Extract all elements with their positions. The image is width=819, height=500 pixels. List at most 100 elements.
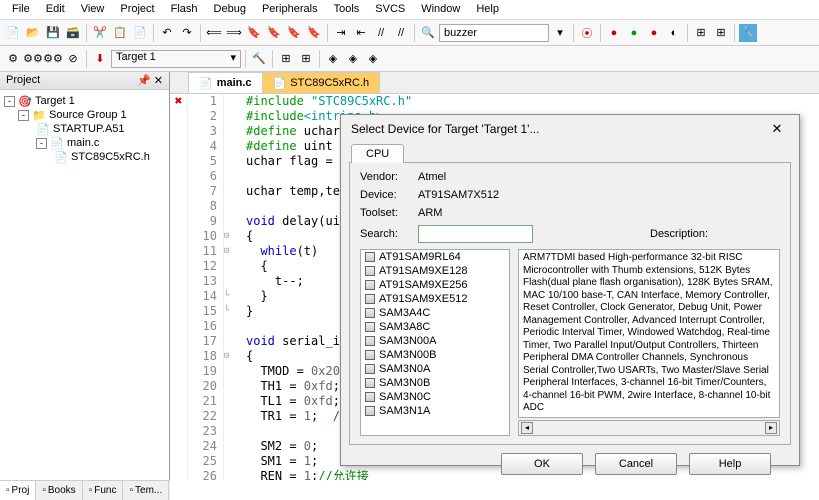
tree-expand-icon[interactable]: - xyxy=(4,96,15,107)
find-input[interactable] xyxy=(439,24,549,42)
debug-icon[interactable]: ⦿ xyxy=(578,24,596,42)
rebuild-icon[interactable]: ⚙⚙ xyxy=(24,50,42,68)
toolbar-main: 📄 📂 💾 🗃️ ✂️ 📋 📄 ↶ ↷ ⟸ ⟹ 🔖 🔖 🔖 🔖 ⇥ ⇤ // /… xyxy=(0,20,819,46)
outdent-icon[interactable]: ⇤ xyxy=(352,24,370,42)
find-folder-icon[interactable]: 🔍 xyxy=(419,24,437,42)
build-all-icon[interactable]: ⚙⚙ xyxy=(44,50,62,68)
menu-project[interactable]: Project xyxy=(112,2,162,17)
menu-view[interactable]: View xyxy=(73,2,113,17)
run-icon[interactable]: ● xyxy=(625,24,643,42)
open-file-icon[interactable]: 📂 xyxy=(24,24,42,42)
file-node[interactable]: main.c xyxy=(67,137,99,149)
device-item[interactable]: SAM3N0B xyxy=(361,376,509,390)
find-dropdown-icon[interactable]: ▾ xyxy=(551,24,569,42)
tab-cpu[interactable]: CPU xyxy=(351,144,404,163)
error-mark-icon[interactable]: ✖ xyxy=(175,94,183,109)
menu-help[interactable]: Help xyxy=(468,2,507,17)
redo-icon[interactable]: ↷ xyxy=(178,24,196,42)
step-icon[interactable]: ● xyxy=(645,24,663,42)
device-item[interactable]: AT91SAM9RL64 xyxy=(361,250,509,264)
file-tab[interactable]: 📄main.c xyxy=(188,72,263,93)
toolbar-build: ⚙ ⚙⚙ ⚙⚙ ⊘ ⬇ Target 1 ▾ 🔨 ⊞ ⊞ ◈ ◈ ◈ xyxy=(0,46,819,72)
bookmark-icon[interactable]: 🔖 xyxy=(245,24,263,42)
device-item[interactable]: SAM3A8C xyxy=(361,320,509,334)
uncomment-icon[interactable]: // xyxy=(392,24,410,42)
t5-icon[interactable]: ◈ xyxy=(364,50,382,68)
group-node[interactable]: Source Group 1 xyxy=(49,109,127,121)
bookmark2-icon[interactable]: 🔖 xyxy=(265,24,283,42)
ok-button[interactable]: OK xyxy=(501,453,583,475)
device-item[interactable]: SAM3N00B xyxy=(361,348,509,362)
bookmark3-icon[interactable]: 🔖 xyxy=(285,24,303,42)
pin-icon[interactable]: 📌 xyxy=(137,75,151,87)
desc-scrollbar[interactable]: ◂▸ xyxy=(518,420,780,436)
file-node[interactable]: STARTUP.A51 xyxy=(53,123,125,135)
proj-tab-func[interactable]: ▫Func xyxy=(83,481,124,500)
device-item[interactable]: SAM3A4C xyxy=(361,306,509,320)
copy-icon[interactable]: 📋 xyxy=(111,24,129,42)
cancel-button[interactable]: Cancel xyxy=(595,453,677,475)
t1-icon[interactable]: ⊞ xyxy=(277,50,295,68)
cut-icon[interactable]: ✂️ xyxy=(91,24,109,42)
config-icon[interactable]: 🔧 xyxy=(739,24,757,42)
t2-icon[interactable]: ⊞ xyxy=(297,50,315,68)
device-item[interactable]: AT91SAM9XE128 xyxy=(361,264,509,278)
prev-icon[interactable]: ⟸ xyxy=(205,24,223,42)
menu-flash[interactable]: Flash xyxy=(163,2,206,17)
device-item[interactable]: SAM3N0C xyxy=(361,390,509,404)
search-input[interactable] xyxy=(418,225,533,243)
save-icon[interactable]: 💾 xyxy=(44,24,62,42)
scroll-right-icon[interactable]: ▸ xyxy=(765,422,777,434)
save-all-icon[interactable]: 🗃️ xyxy=(64,24,82,42)
device-item[interactable]: AT91SAM9XE256 xyxy=(361,278,509,292)
step2-icon[interactable]: ◐ xyxy=(665,24,683,42)
menu-window[interactable]: Window xyxy=(413,2,468,17)
proj-tab-proj[interactable]: ▫Proj xyxy=(0,481,36,500)
stop-build-icon[interactable]: ⊘ xyxy=(64,50,82,68)
description-label: Description: xyxy=(650,228,780,240)
target-select[interactable]: Target 1 ▾ xyxy=(111,50,241,68)
stop-icon[interactable]: ● xyxy=(605,24,623,42)
tree-expand-icon[interactable]: - xyxy=(18,110,29,121)
bookmark4-icon[interactable]: 🔖 xyxy=(305,24,323,42)
device-list[interactable]: AT91SAM9RL64AT91SAM9XE128AT91SAM9XE256AT… xyxy=(360,249,510,436)
options-icon[interactable]: 🔨 xyxy=(250,50,268,68)
window2-icon[interactable]: ⊞ xyxy=(712,24,730,42)
target-node[interactable]: Target 1 xyxy=(35,95,75,107)
new-file-icon[interactable]: 📄 xyxy=(4,24,22,42)
t4-icon[interactable]: ◈ xyxy=(344,50,362,68)
undo-icon[interactable]: ↶ xyxy=(158,24,176,42)
menu-debug[interactable]: Debug xyxy=(206,2,254,17)
menu-edit[interactable]: Edit xyxy=(38,2,73,17)
download-icon[interactable]: ⬇ xyxy=(91,50,109,68)
project-tree[interactable]: -🎯Target 1 -📁Source Group 1 📄STARTUP.A51… xyxy=(0,90,169,480)
next-icon[interactable]: ⟹ xyxy=(225,24,243,42)
comment-icon[interactable]: // xyxy=(372,24,390,42)
file-tab[interactable]: 📄STC89C5xRC.h xyxy=(262,72,381,93)
window-icon[interactable]: ⊞ xyxy=(692,24,710,42)
menu-peripherals[interactable]: Peripherals xyxy=(254,2,326,17)
help-button[interactable]: Help xyxy=(689,453,771,475)
dialog-close-icon[interactable]: ✕ xyxy=(765,121,789,137)
panel-close-icon[interactable]: ✕ xyxy=(154,75,163,87)
build-icon[interactable]: ⚙ xyxy=(4,50,22,68)
menu-tools[interactable]: Tools xyxy=(326,2,368,17)
tab-icon: ▫ xyxy=(129,485,133,496)
proj-tab-tem...[interactable]: ▫Tem... xyxy=(123,481,169,500)
toolset-label: Toolset: xyxy=(360,207,410,219)
paste-icon[interactable]: 📄 xyxy=(131,24,149,42)
device-item[interactable]: SAM3N0A xyxy=(361,362,509,376)
proj-tab-books[interactable]: ▫Books xyxy=(36,481,82,500)
file-node[interactable]: STC89C5xRC.h xyxy=(71,151,150,163)
scroll-left-icon[interactable]: ◂ xyxy=(521,422,533,434)
tree-expand-icon[interactable]: - xyxy=(36,138,47,149)
indent-icon[interactable]: ⇥ xyxy=(332,24,350,42)
menu-bar: FileEditViewProjectFlashDebugPeripherals… xyxy=(0,0,819,20)
description-box[interactable]: ARM7TDMI based High-performance 32-bit R… xyxy=(518,249,780,418)
menu-svcs[interactable]: SVCS xyxy=(367,2,413,17)
menu-file[interactable]: File xyxy=(4,2,38,17)
device-item[interactable]: SAM3N00A xyxy=(361,334,509,348)
device-item[interactable]: AT91SAM9XE512 xyxy=(361,292,509,306)
t3-icon[interactable]: ◈ xyxy=(324,50,342,68)
device-item[interactable]: SAM3N1A xyxy=(361,404,509,418)
